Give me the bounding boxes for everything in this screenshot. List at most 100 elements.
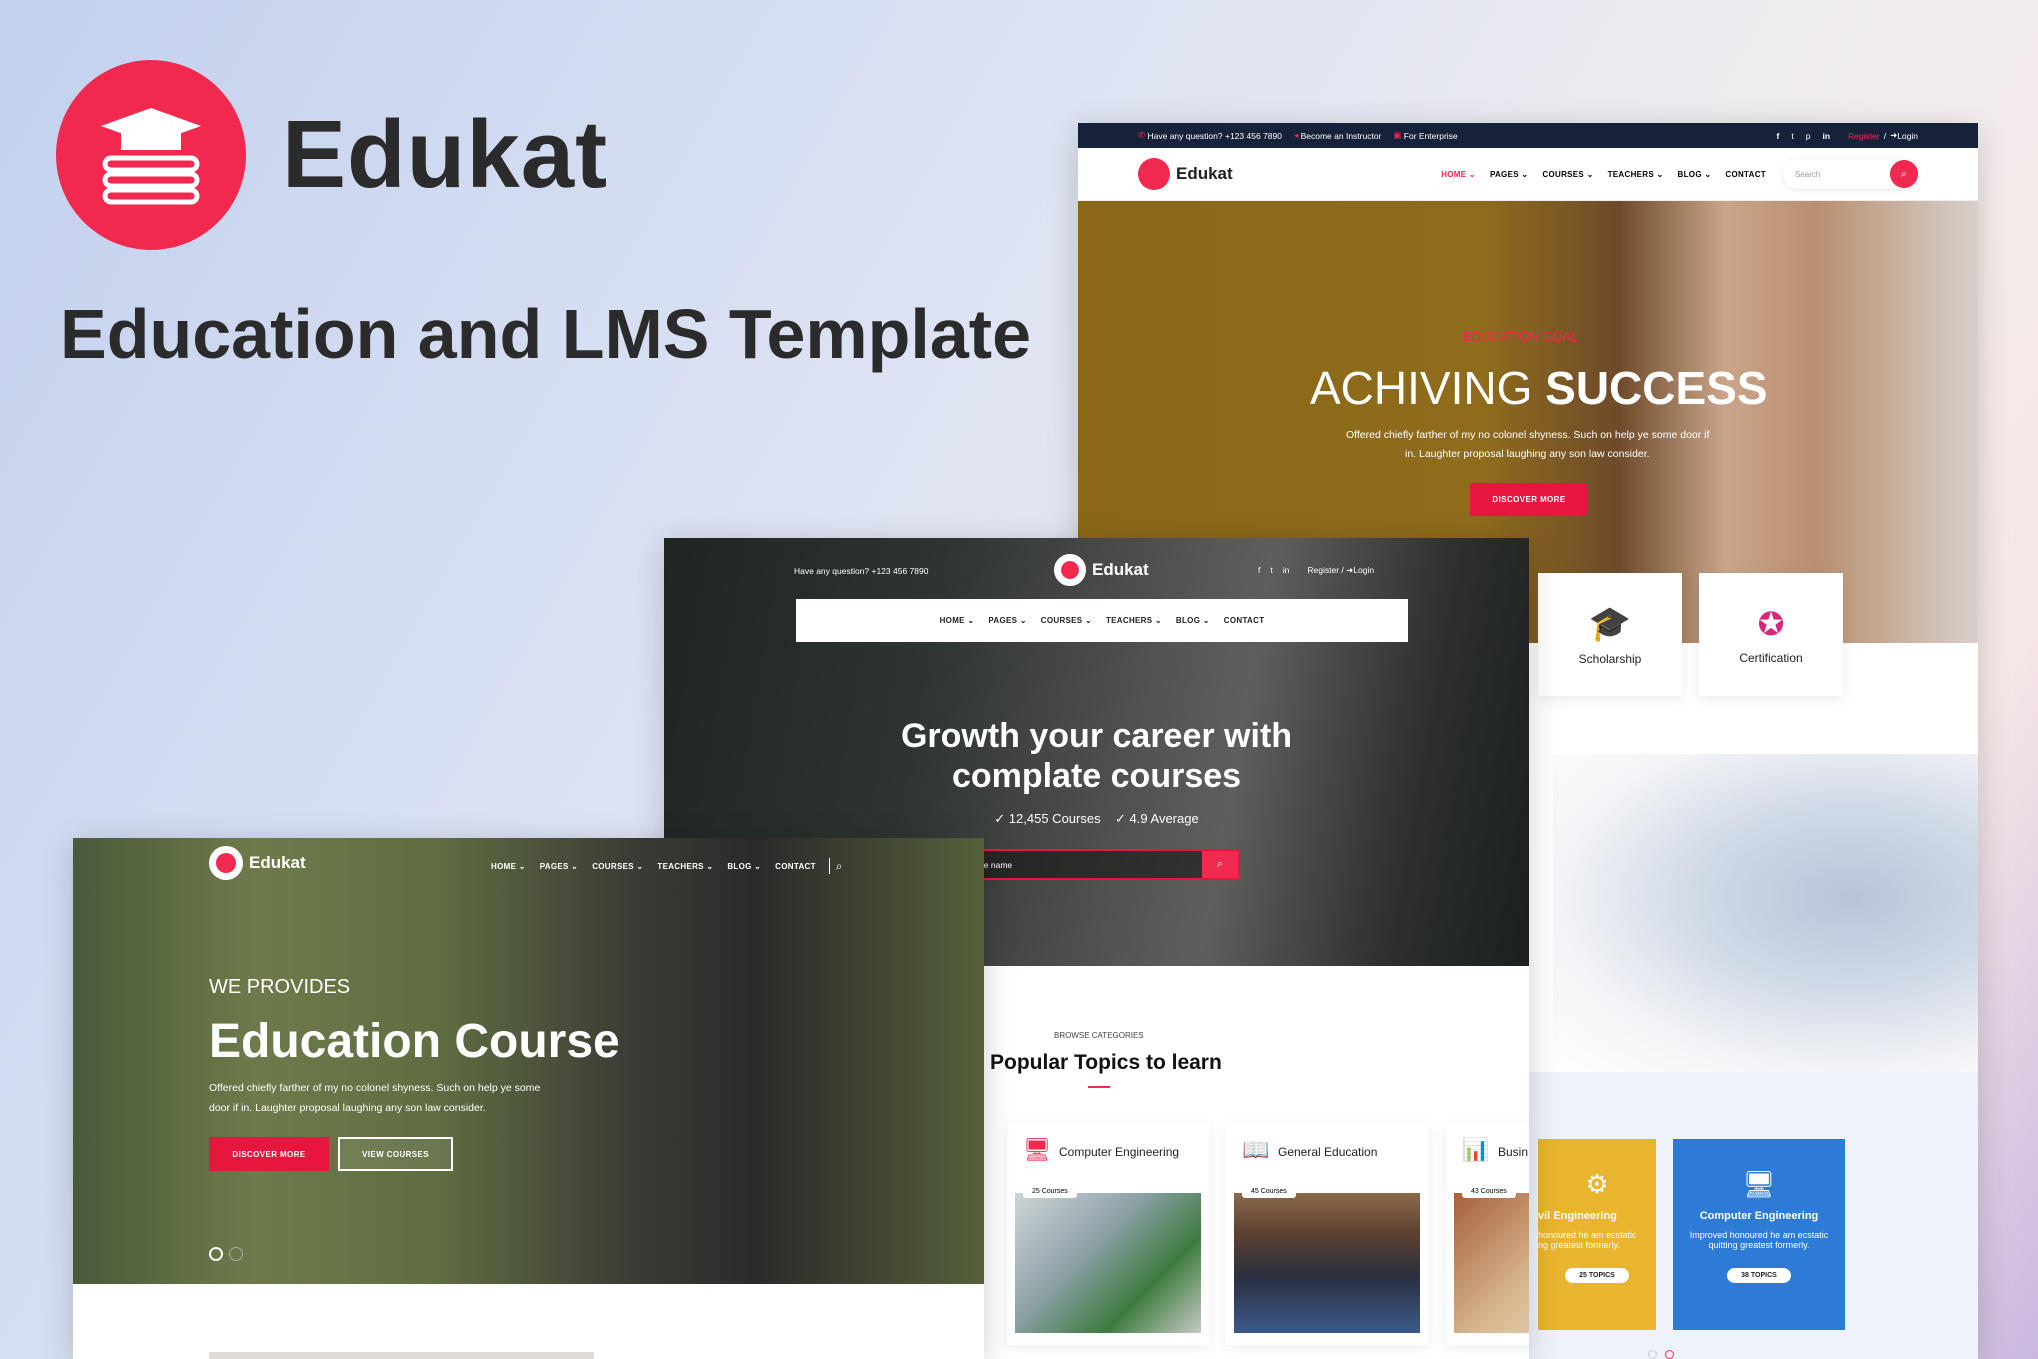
hero-title: Education Course [209,1015,620,1068]
topic-card[interactable]: ⚙ vil Engineering honoured he am ecstati… [1538,1139,1656,1330]
nav-teachers[interactable]: TEACHERS ⌄ [1608,170,1664,179]
topbar-right: f t in Register / ➜Login [1258,565,1374,576]
main-nav: HOME ⌄ PAGES ⌄ COURSES ⌄ TEACHERS ⌄ BLOG… [484,858,843,874]
nav-pages[interactable]: PAGES ⌄ [540,862,578,871]
general-education-icon: 📖 [1242,1137,1270,1162]
nav-home[interactable]: HOME ⌄ [1441,170,1476,179]
logo[interactable]: Edukat [209,846,306,880]
phone-icon: ✆ [1138,130,1148,140]
facebook-icon[interactable]: f [1777,131,1780,141]
brand-name: Edukat [282,101,609,208]
feature-label: Scholarship [1578,651,1642,666]
logo[interactable]: Edukat [1054,554,1149,586]
stat-average: ✓ 4.9 Average [1115,811,1199,826]
topic-title: vil Engineering [1538,1210,1617,1222]
view-courses-button[interactable]: VIEW COURSES [338,1137,453,1171]
logo-icon [1138,158,1170,190]
category-image [1234,1193,1420,1333]
content-strip [209,1352,594,1359]
discover-more-button[interactable]: DISCOVER MORE [1470,483,1588,516]
nav-contact[interactable]: CONTACT [1224,616,1265,625]
facebook-icon[interactable]: f [1258,565,1260,576]
topic-text: quitting greatest formerly. [1708,1240,1810,1250]
hero-title-bold: SUCCESS [1545,362,1768,414]
feature-card-scholarship[interactable]: 🎓 Scholarship [1538,573,1682,696]
nav-blog[interactable]: BLOG ⌄ [727,862,761,871]
topic-card[interactable]: 🖥 Computer Engineering Improved honoured… [1673,1139,1845,1330]
nav-courses[interactable]: COURSES ⌄ [1542,170,1593,179]
nav-pages[interactable]: PAGES ⌄ [988,616,1026,625]
nav-courses[interactable]: COURSES ⌄ [592,862,643,871]
register-link[interactable]: Register [1307,565,1339,575]
category-card[interactable]: 📊 Busin 43 Courses [1446,1123,1529,1345]
linkedin-icon[interactable]: in [1283,565,1290,576]
books-graduation-cap-icon [101,108,201,205]
nav-home[interactable]: HOME ⌄ [491,862,526,871]
course-count-badge: 25 Courses [1023,1185,1077,1198]
topbar-question: Have any question? +123 456 7890 [794,566,929,576]
course-count-badge: 45 Courses [1242,1185,1296,1198]
login-link[interactable]: Login [1897,131,1918,141]
become-instructor-link[interactable]: Become an Instructor [1301,131,1382,141]
business-icon: 📊 [1462,1137,1490,1162]
linkedin-icon[interactable]: in [1822,131,1830,141]
hero-title-line: Growth your career with [900,717,1293,755]
category-name: Busin [1498,1145,1529,1159]
course-search: urse name ⌕ [964,849,1240,880]
hero-title-line: complate courses [951,757,1242,795]
logo-icon [1054,554,1086,586]
brand-logo [56,60,246,250]
stat-courses: ✓ 12,455 Courses [994,811,1101,826]
screen-preview-home-3: Edukat HOME ⌄ PAGES ⌄ COURSES ⌄ TEACHERS… [73,838,984,1359]
section-kicker: BROWSE CATEGORIES [1054,1031,1144,1040]
nav-pages[interactable]: PAGES ⌄ [1490,170,1528,179]
carousel-dots[interactable] [1648,1350,1674,1359]
search-button[interactable]: ⌕ [1890,160,1918,188]
topic-text: ng greatest formerly. [1538,1240,1620,1250]
course-search-input[interactable]: urse name [966,851,1202,878]
nav-blog[interactable]: BLOG ⌄ [1678,170,1712,179]
logo-text[interactable]: Edukat [1176,164,1233,184]
nav-courses[interactable]: COURSES ⌄ [1041,616,1092,625]
hero: Edukat HOME ⌄ PAGES ⌄ COURSES ⌄ TEACHERS… [73,838,984,1284]
search-icon[interactable]: ⌕ [836,859,843,874]
search-button[interactable]: ⌕ [1202,851,1238,878]
category-card[interactable]: 📖 General Education 45 Courses [1226,1123,1428,1345]
nav-blog[interactable]: BLOG ⌄ [1176,616,1210,625]
topbar-question: Have any question? +123 456 7890 [1147,130,1282,141]
separator: / [1883,130,1887,141]
feature-card-certification[interactable]: ✪ Certification [1699,573,1843,696]
pinterest-icon[interactable]: p [1806,131,1811,141]
nav-teachers[interactable]: TEACHERS ⌄ [657,862,713,871]
hero-text: door if in. Laughter proposal laughing a… [209,1102,486,1114]
search-input[interactable]: Search [1795,170,1890,179]
logo-icon [209,846,243,880]
briefcase-icon: ▣ [1393,130,1404,140]
twitter-icon[interactable]: t [1270,565,1272,576]
discover-more-button[interactable]: DISCOVER MORE [209,1137,329,1171]
nav-contact[interactable]: CONTACT [1725,170,1766,179]
hero-title: ACHIVING SUCCESS [1310,361,1768,415]
hero-title-light: ACHIVING [1310,362,1533,414]
category-name: General Education [1278,1145,1378,1159]
slider-dots[interactable] [209,1247,243,1261]
section-title: Popular Topics to learn [990,1051,1222,1074]
login-link[interactable]: Login [1353,565,1374,575]
nav-teachers[interactable]: TEACHERS ⌄ [1106,616,1162,625]
register-link[interactable]: Register [1848,131,1880,141]
category-image [1454,1193,1529,1333]
twitter-icon[interactable]: t [1791,131,1793,141]
topics-count-pill[interactable]: 25 TOPICS [1565,1268,1629,1283]
computer-icon: 🖥 [1742,1169,1776,1199]
category-card[interactable]: 🖥 Computer Engineering 25 Courses [1007,1123,1209,1345]
hero-kicker: WE PROVIDES [209,976,351,998]
nav-contact[interactable]: CONTACT [775,862,816,871]
graduation-cap-icon: 🎓 [1588,604,1632,643]
topics-count-pill[interactable]: 38 TOPICS [1727,1268,1791,1283]
nav-home[interactable]: HOME ⌄ [940,616,975,625]
enterprise-link[interactable]: For Enterprise [1404,131,1458,141]
separator: / [1341,565,1344,575]
computer-engineering-icon: 🖥 [1023,1137,1051,1162]
hero-kicker: EDUCATION GOAL [1463,329,1579,344]
hero-stats: ✓ 12,455 Courses ✓ 4.9 Average [664,811,1529,827]
